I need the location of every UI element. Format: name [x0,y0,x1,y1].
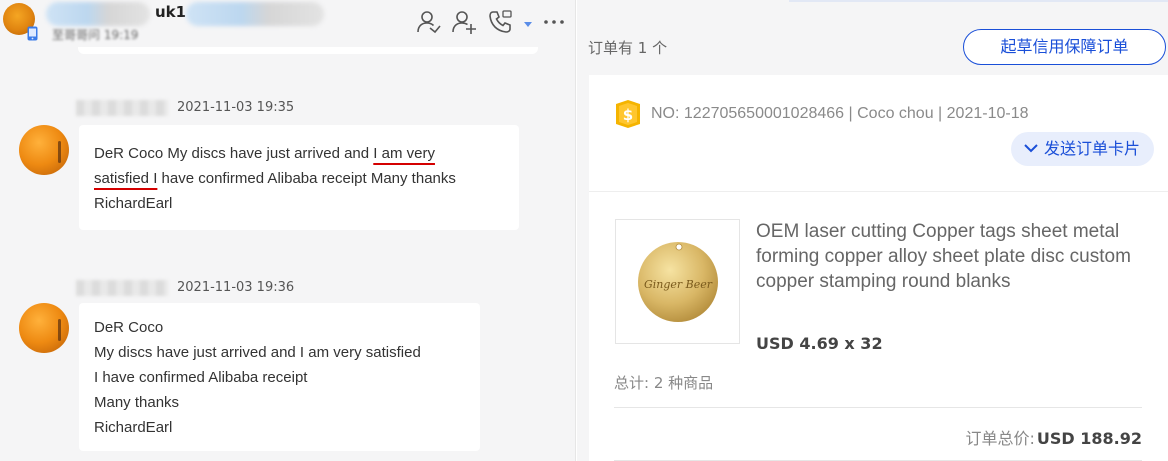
highlighted-text: satisfied I [94,170,158,187]
copper-disc-image: Ginger Beer [638,242,718,322]
call-dropdown-chevron-icon[interactable] [522,8,534,36]
panel-top-divider [789,0,1168,2]
message-line: My discs have just arrived and I am very… [94,344,421,361]
add-friend-icon[interactable] [450,8,478,36]
chat-header: uk1 至哥哥问 19:19 [0,0,575,47]
message-time: 2021-11-03 19:36 [177,280,295,295]
draft-trade-assurance-order-button[interactable]: 起草信用保障订单 [963,29,1166,65]
order-total-label: 订单总价: [965,429,1035,448]
svg-text:$: $ [623,106,633,124]
order-panel: 订单有 1 个 起草信用保障订单 $ NO: 12270565000102846… [577,0,1168,461]
product-thumbnail[interactable]: Ginger Beer [615,219,740,344]
order-card: $ NO: 122705650001028466 | Coco chou | 2… [589,75,1168,461]
contact-status: 至哥哥问 19:19 [52,28,139,42]
send-order-card-button[interactable]: 发送订单卡片 [1011,132,1154,166]
message-text: DeR Coco My discs have just arrived and [94,145,374,162]
contact-name: uk1 [155,3,187,21]
order-coin-icon: $ [616,100,640,128]
sender-avatar[interactable] [19,125,69,175]
message-line: DeR Coco [94,319,164,336]
order-count: 订单有 1 个 [588,39,668,57]
message-bubble[interactable]: DeR Coco My discs have just arrived and … [79,125,519,230]
redacted-contact-name [46,2,150,26]
product-price: USD 4.69 x 32 [756,334,883,353]
chat-panel: uk1 至哥哥问 19:19 2021-11-03 19:35 DeR Coco… [0,0,576,461]
message-time: 2021-11-03 19:35 [177,100,295,115]
message-line: Many thanks [94,394,180,411]
order-number: NO: 122705650001028466 | Coco chou | 202… [651,105,1029,122]
redacted-sender-name [76,280,168,296]
send-order-card-label: 发送订单卡片 [1044,139,1141,158]
message-line: RichardEarl [94,419,173,436]
total-items: 总计: 2 种商品 [614,374,714,392]
divider [614,407,1142,408]
message-line: I have confirmed Alibaba receipt [94,369,308,386]
redacted-contact-id [186,2,324,26]
order-total: 订单总价: USD 188.92 [965,425,1142,449]
order-total-value: USD 188.92 [1036,429,1142,448]
message-bubble[interactable]: DeR Coco My discs have just arrived and … [79,303,480,451]
highlighted-text: I am very [373,145,435,162]
chevron-down-icon [1024,144,1038,153]
call-icon[interactable] [486,8,514,36]
disc-engraving: Ginger Beer [644,278,713,291]
product-title[interactable]: OEM laser cutting Copper tags sheet meta… [756,219,1146,294]
more-options-icon[interactable] [540,8,568,36]
redacted-sender-name [76,100,168,116]
divider [589,191,1168,192]
sender-avatar[interactable] [19,303,69,353]
add-contact-icon[interactable] [415,8,443,36]
mobile-icon [27,26,38,41]
